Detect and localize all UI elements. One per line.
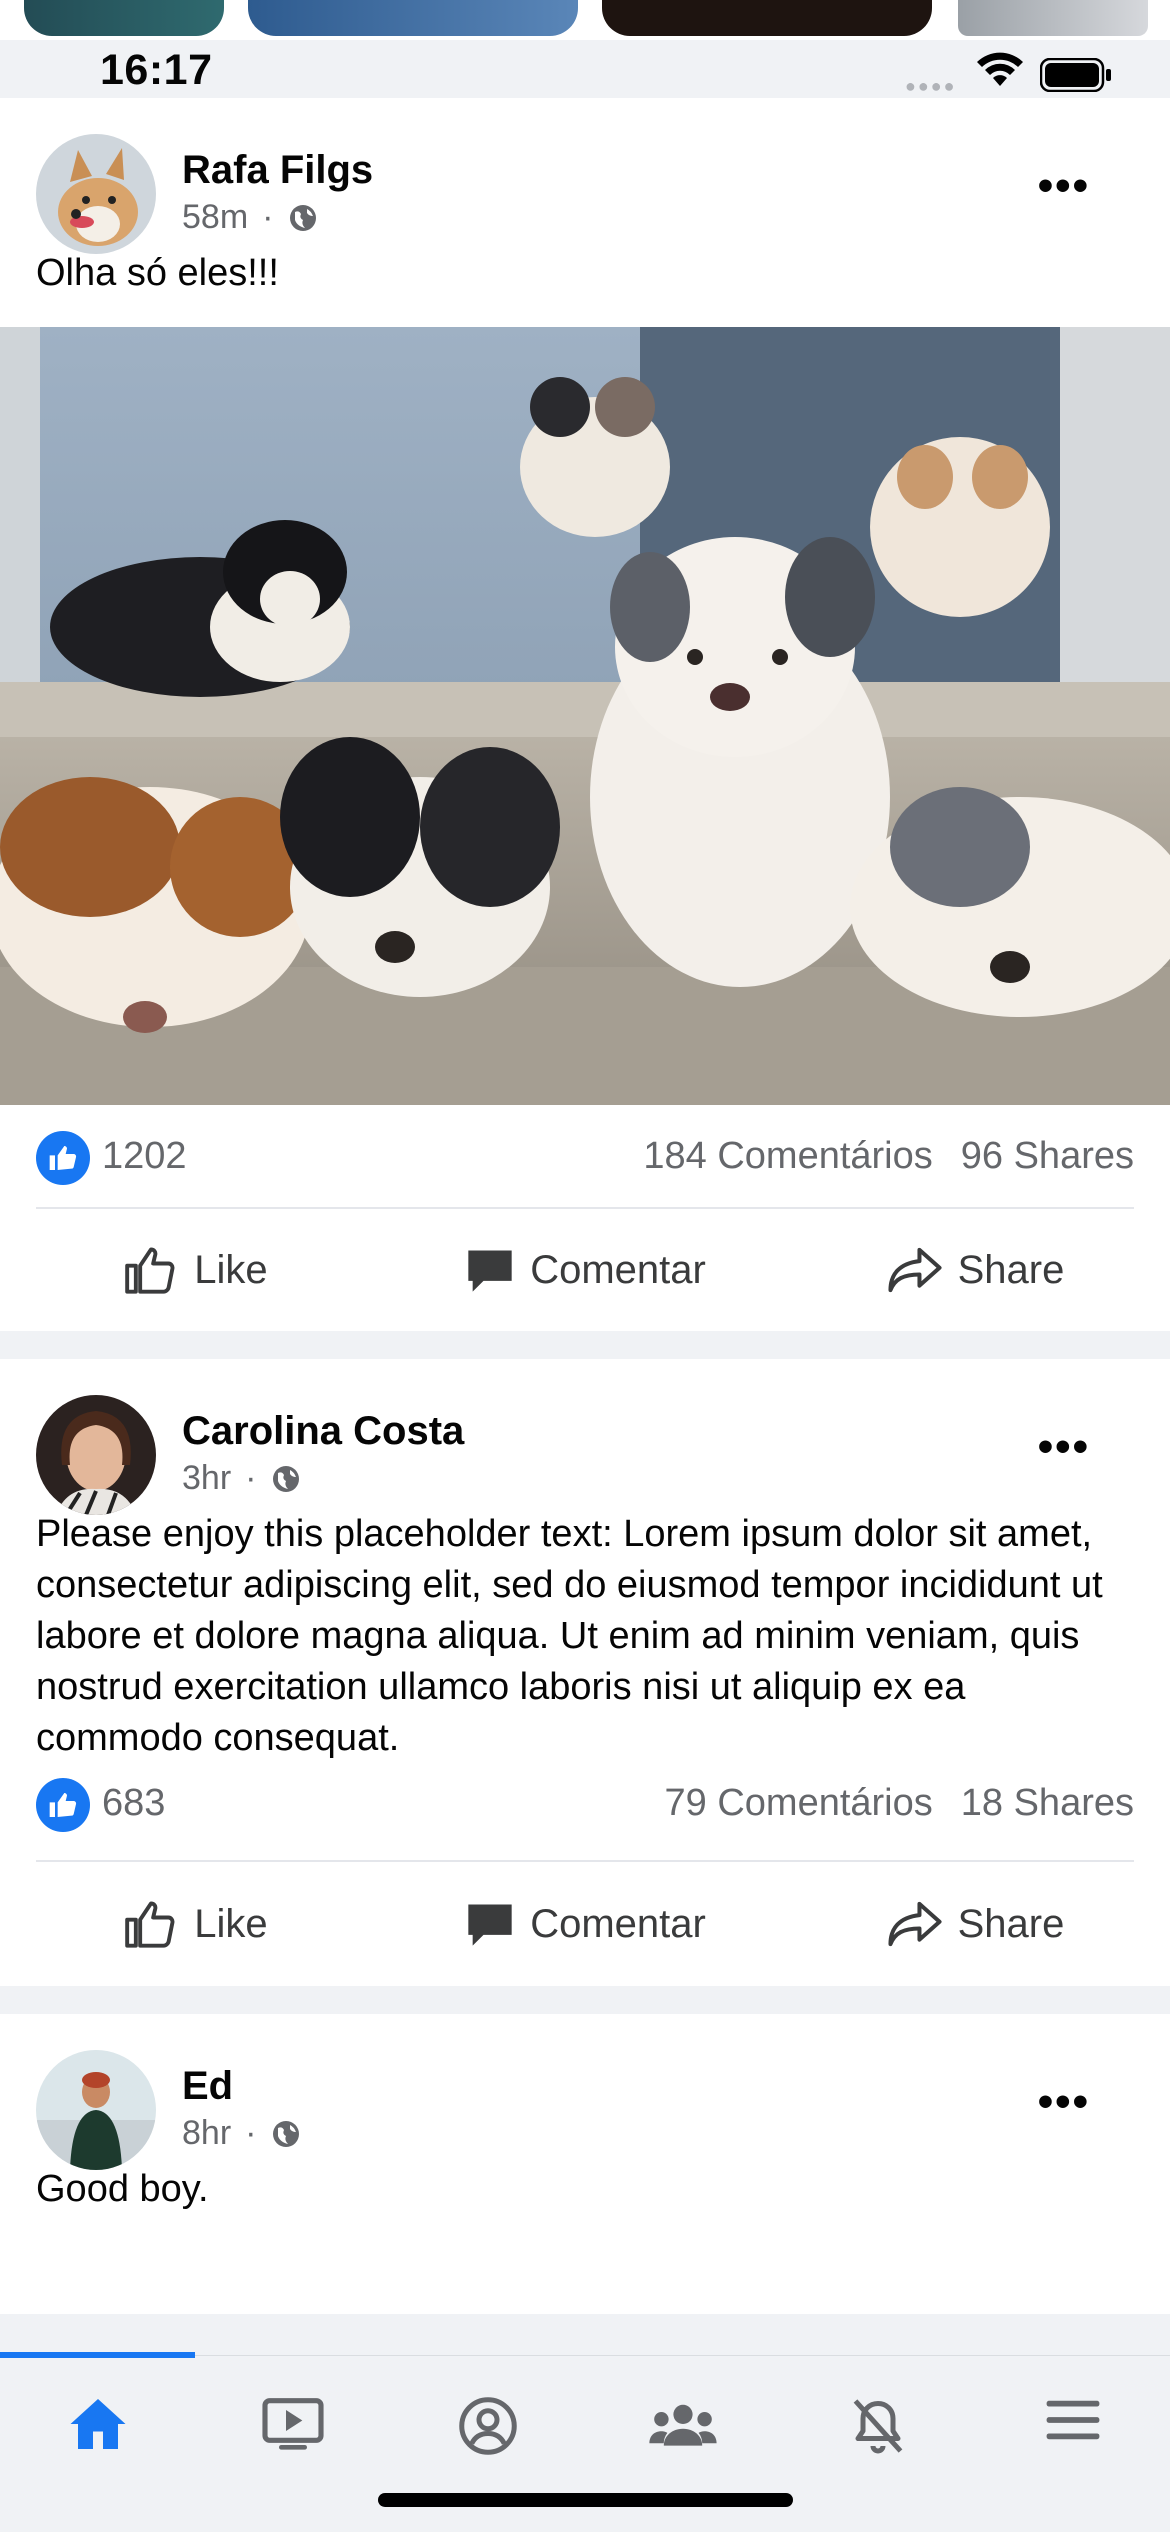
news-feed: Rafa Filgs 58m · ••• Olha só eles!!! 120… <box>0 98 1170 2314</box>
post-actions: Like Comentar Share <box>0 1209 1170 1331</box>
profile-icon <box>458 2397 517 2455</box>
post-author[interactable]: Carolina Costa <box>182 1409 464 1454</box>
groups-icon <box>648 2404 717 2446</box>
more-options-button[interactable]: ••• <box>1038 2080 1090 2124</box>
menu-icon <box>1046 2400 1099 2440</box>
active-tab-indicator <box>0 2352 195 2358</box>
globe-icon <box>273 2120 300 2147</box>
like-button[interactable]: Like <box>0 1209 390 1331</box>
comment-label: Comentar <box>530 1901 706 1946</box>
meta-separator: · <box>245 2114 257 2152</box>
like-label: Like <box>194 1901 268 1946</box>
post-actions: Like Comentar Share <box>0 1862 1170 1986</box>
like-button[interactable]: Like <box>0 1862 390 1986</box>
watch-icon <box>261 2398 324 2450</box>
battery-icon <box>1040 58 1111 92</box>
status-bar: 16:17 ●●●● <box>0 40 1170 98</box>
post-time[interactable]: 3hr <box>182 1459 231 1498</box>
post-time[interactable]: 8hr <box>182 2114 231 2153</box>
like-count[interactable]: 1202 <box>102 1135 187 1178</box>
like-count[interactable]: 683 <box>102 1782 165 1825</box>
post-card: Ed 8hr · ••• Good boy. <box>0 2014 1170 2314</box>
status-time: 16:17 <box>100 46 213 94</box>
meta-separator: · <box>245 1459 257 1497</box>
share-button[interactable]: Share <box>780 1209 1170 1331</box>
post-card: Rafa Filgs 58m · ••• Olha só eles!!! 120… <box>0 98 1170 1331</box>
share-icon <box>888 1247 942 1293</box>
story-card[interactable] <box>24 0 224 36</box>
post-text: Olha só eles!!! <box>36 252 279 294</box>
story-card[interactable] <box>958 0 1148 36</box>
like-reaction-icon <box>36 1778 90 1832</box>
tab-groups[interactable] <box>585 2396 780 2456</box>
post-author[interactable]: Ed <box>182 2064 233 2109</box>
comment-count[interactable]: 184 Comentários <box>643 1135 932 1178</box>
share-count[interactable]: 96 Shares <box>961 1135 1134 1178</box>
post-header: Carolina Costa 3hr · ••• <box>0 1359 1170 1515</box>
comment-icon <box>468 1250 512 1292</box>
globe-icon <box>290 204 317 231</box>
comment-count[interactable]: 79 Comentários <box>665 1782 933 1825</box>
post-meta: 8hr · <box>182 2114 302 2153</box>
comment-icon <box>468 1904 512 1946</box>
story-card[interactable] <box>602 0 932 36</box>
avatar[interactable] <box>36 134 156 254</box>
thumbs-up-icon <box>125 1247 175 1294</box>
post-card: Carolina Costa 3hr · ••• Please enjoy th… <box>0 1359 1170 1986</box>
post-photo[interactable] <box>0 327 1170 1105</box>
tab-watch[interactable] <box>195 2396 390 2456</box>
share-icon <box>888 1901 942 1947</box>
post-author[interactable]: Rafa Filgs <box>182 148 373 193</box>
post-time[interactable]: 58m <box>182 198 248 237</box>
post-header: Rafa Filgs 58m · ••• <box>0 98 1170 254</box>
post-stats: 1202 184 Comentários 96 Shares <box>36 1105 1134 1209</box>
thumbs-up-icon <box>125 1901 175 1948</box>
share-button[interactable]: Share <box>780 1862 1170 1986</box>
share-label: Share <box>957 1247 1065 1292</box>
more-options-button[interactable]: ••• <box>1038 164 1090 208</box>
home-icon <box>70 2399 125 2449</box>
like-label: Like <box>194 1247 268 1292</box>
globe-icon <box>273 1465 300 1492</box>
tab-home[interactable] <box>0 2396 195 2456</box>
avatar[interactable] <box>36 1395 156 1515</box>
more-options-button[interactable]: ••• <box>1038 1425 1090 1469</box>
story-card[interactable] <box>248 0 578 36</box>
home-indicator <box>378 2493 793 2507</box>
post-meta: 3hr · <box>182 1459 302 1498</box>
like-reaction-icon <box>36 1131 90 1185</box>
wifi-icon <box>977 52 1023 86</box>
cellular-signal-icon: ●●●● <box>905 76 957 96</box>
share-count[interactable]: 18 Shares <box>961 1782 1134 1825</box>
post-header: Ed 8hr · ••• <box>0 2014 1170 2170</box>
tab-menu[interactable] <box>975 2396 1170 2456</box>
meta-separator: · <box>262 198 274 236</box>
share-label: Share <box>957 1901 1065 1946</box>
post-stats: 683 79 Comentários 18 Shares <box>36 1764 1134 1862</box>
stories-strip <box>0 0 1170 40</box>
comment-button[interactable]: Comentar <box>390 1862 780 1986</box>
post-meta: 58m · <box>182 198 319 237</box>
post-text: Good boy. <box>36 2168 209 2210</box>
tab-notifications[interactable] <box>780 2396 975 2456</box>
notifications-off-icon <box>853 2399 902 2454</box>
post-text: Please enjoy this placeholder text: Lore… <box>36 1513 1103 1759</box>
tab-profile[interactable] <box>390 2396 585 2456</box>
comment-label: Comentar <box>530 1247 706 1292</box>
avatar[interactable] <box>36 2050 156 2170</box>
comment-button[interactable]: Comentar <box>390 1209 780 1331</box>
